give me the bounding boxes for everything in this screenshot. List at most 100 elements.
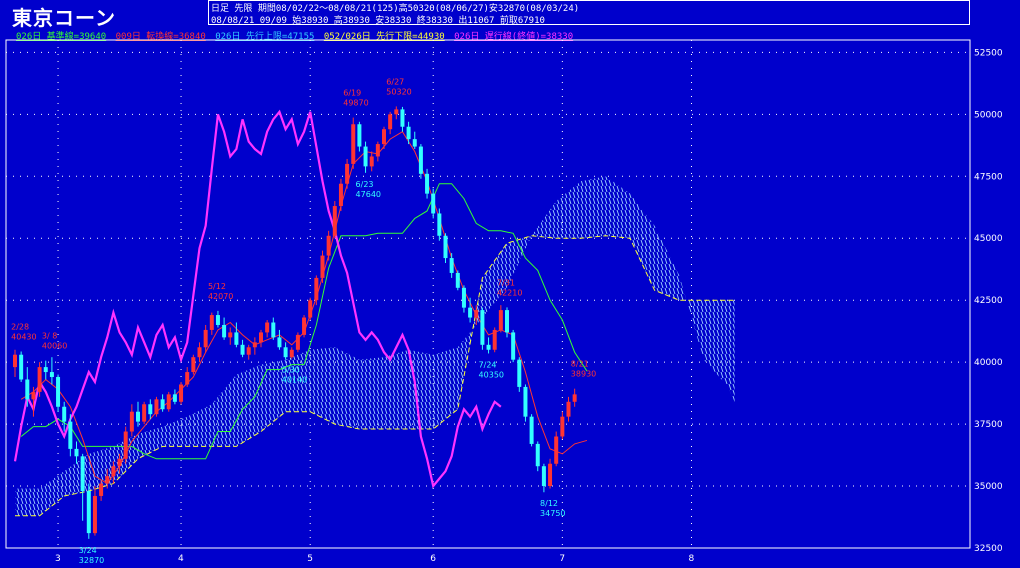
candle-body xyxy=(111,466,116,477)
price-annotation: 50320 xyxy=(386,87,411,96)
candle-body xyxy=(31,391,36,400)
price-annotation: 6/27 xyxy=(386,77,404,86)
price-annotation: 40060 xyxy=(42,342,67,351)
candle-body xyxy=(461,287,466,308)
candle-body xyxy=(357,124,362,147)
candle-body xyxy=(289,349,294,358)
x-tick-label: 3 xyxy=(55,554,61,564)
price-annotation: 42210 xyxy=(497,288,522,297)
price-annotation: 32870 xyxy=(79,556,104,565)
candle-body xyxy=(314,277,319,301)
candle-body xyxy=(117,458,122,467)
candle-body xyxy=(320,255,325,278)
candle-body xyxy=(68,421,73,449)
candle-body xyxy=(468,307,473,318)
candle-body xyxy=(25,379,30,400)
tenkan-line xyxy=(20,131,588,485)
x-tick-label: 8 xyxy=(689,554,695,564)
candle-body xyxy=(345,163,350,184)
candle-body xyxy=(431,193,436,214)
price-annotation: 8/12 xyxy=(540,499,558,508)
candle-body xyxy=(19,354,24,380)
candle-body xyxy=(572,394,577,402)
candle-body xyxy=(375,144,380,157)
price-annotation: 42070 xyxy=(208,292,233,301)
price-annotation: 7/31 xyxy=(497,278,515,287)
y-tick-label: 47500 xyxy=(974,172,1003,182)
y-tick-label: 50000 xyxy=(974,110,1003,120)
candle-body xyxy=(295,334,300,350)
candle-body xyxy=(388,114,393,130)
candle-body xyxy=(179,384,184,402)
candle-body xyxy=(246,347,251,355)
candle-body xyxy=(332,206,337,236)
price-annotation: 38930 xyxy=(571,370,596,379)
chart-window: 東京コーン 日足 先限 期間08/02/22～08/08/21(125)高503… xyxy=(0,0,1020,568)
price-annotation: 3/24 xyxy=(79,546,97,555)
price-annotation: 49870 xyxy=(343,99,368,108)
candle-body xyxy=(449,258,454,273)
candle-body xyxy=(252,342,257,348)
candle-body xyxy=(271,322,276,338)
candle-body xyxy=(86,491,91,534)
candle-body xyxy=(412,139,417,147)
x-tick-label: 7 xyxy=(559,554,565,564)
candle-body xyxy=(142,404,147,422)
candle-body xyxy=(541,466,546,487)
candle-body xyxy=(535,443,540,467)
candle-body xyxy=(62,406,67,422)
candle-body xyxy=(498,310,503,330)
candle-body xyxy=(13,354,17,368)
y-tick-label: 35000 xyxy=(974,482,1003,492)
candle-body xyxy=(228,332,233,338)
price-annotation: 6/19 xyxy=(343,89,361,98)
candle-body xyxy=(529,416,534,444)
x-tick-label: 4 xyxy=(178,554,184,564)
candle-body xyxy=(517,359,522,387)
candle-body xyxy=(234,332,239,345)
candle-body xyxy=(369,156,374,167)
price-annotation: 5/12 xyxy=(208,282,226,291)
candle-body xyxy=(505,310,509,333)
candle-body xyxy=(136,411,140,422)
price-annotation: 40140 xyxy=(282,376,307,385)
candle-body xyxy=(474,310,479,318)
candle-body xyxy=(425,173,430,194)
candle-body xyxy=(437,213,442,236)
candle-body xyxy=(259,332,263,343)
candle-body xyxy=(265,322,270,333)
candle-body xyxy=(523,386,528,417)
candle-body xyxy=(283,347,288,358)
y-tick-label: 45000 xyxy=(974,234,1003,244)
candle-body xyxy=(129,411,134,432)
y-tick-label: 42500 xyxy=(974,296,1003,306)
candle-body xyxy=(154,399,159,415)
price-annotation: 8/21 xyxy=(571,360,589,369)
candle-body xyxy=(382,129,386,145)
candle-body xyxy=(197,347,202,358)
candle-body xyxy=(148,404,153,415)
candle-body xyxy=(203,329,208,348)
candle-body xyxy=(172,394,177,402)
candle-body xyxy=(308,300,313,318)
candle-body xyxy=(49,372,54,378)
candle-body xyxy=(326,235,331,256)
candle-body xyxy=(486,344,491,350)
price-annotation: 5/30 xyxy=(282,366,300,375)
candle-body xyxy=(455,272,460,288)
candle-body xyxy=(492,329,497,350)
candle-body xyxy=(160,399,165,410)
x-tick-label: 5 xyxy=(307,554,313,564)
candle-body xyxy=(123,431,128,459)
candle-body xyxy=(215,315,220,325)
y-tick-label: 37500 xyxy=(974,420,1003,430)
candle-body xyxy=(74,448,79,457)
candle-body xyxy=(548,463,553,487)
candle-body xyxy=(511,332,516,360)
candle-body xyxy=(400,109,405,127)
price-annotation: 40430 xyxy=(11,332,36,341)
price-annotation: 34750 xyxy=(540,509,565,518)
candle-body xyxy=(277,337,282,348)
candle-body xyxy=(37,367,42,392)
candle-body xyxy=(363,146,368,167)
